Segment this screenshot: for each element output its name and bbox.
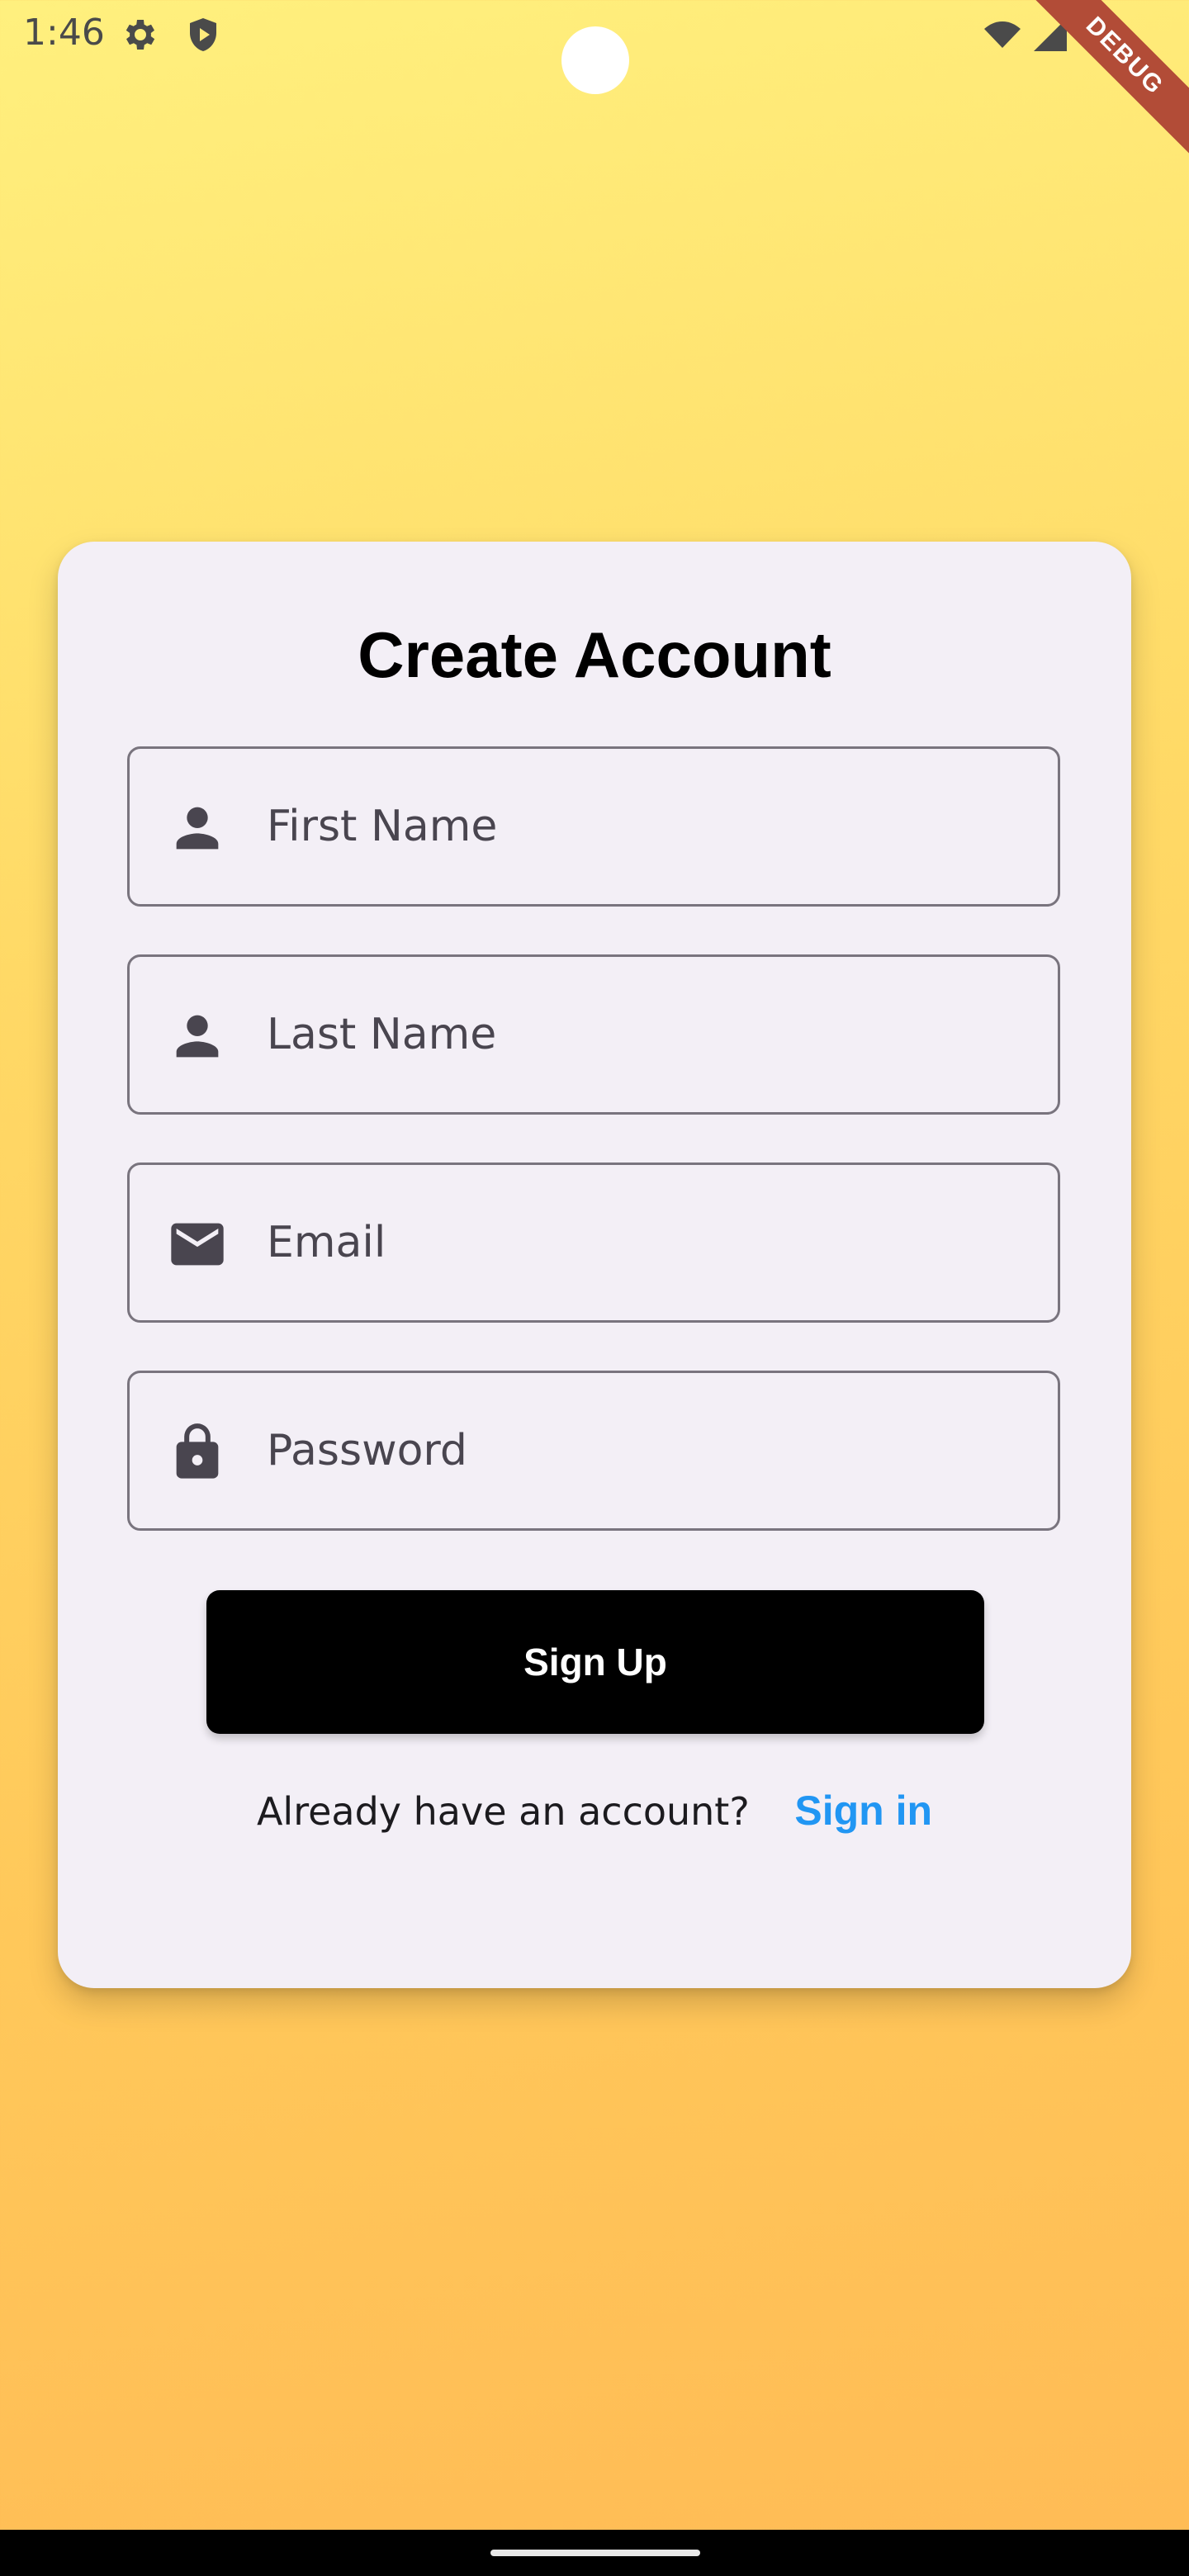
signin-prompt-text: Already have an account? xyxy=(256,1789,750,1834)
password-field[interactable] xyxy=(127,1371,1060,1531)
email-input[interactable] xyxy=(267,1165,1033,1320)
signin-prompt: Already have an account? Sign in xyxy=(58,1787,1131,1835)
settings-icon xyxy=(126,20,155,50)
home-indicator[interactable] xyxy=(490,2550,700,2556)
password-input[interactable] xyxy=(267,1373,1033,1528)
camera-cutout xyxy=(561,26,629,94)
email-icon xyxy=(171,1223,224,1266)
signup-card: Create Account Sign Up Already have an a… xyxy=(58,542,1131,1988)
person-icon xyxy=(176,807,219,850)
sign-up-button[interactable]: Sign Up xyxy=(206,1590,984,1734)
email-field[interactable] xyxy=(127,1163,1060,1323)
status-time: 1:46 xyxy=(23,12,105,54)
first-name-field[interactable] xyxy=(127,746,1060,907)
navigation-bar xyxy=(0,2530,1189,2576)
wifi-icon xyxy=(984,21,1021,48)
last-name-field[interactable] xyxy=(127,954,1060,1115)
lock-icon xyxy=(176,1423,219,1479)
last-name-input[interactable] xyxy=(267,957,1033,1112)
page-title: Create Account xyxy=(358,618,831,691)
person-icon xyxy=(176,1015,219,1058)
shield-play-icon xyxy=(190,18,216,51)
sign-in-link[interactable]: Sign in xyxy=(794,1788,932,1834)
first-name-input[interactable] xyxy=(267,749,1033,904)
